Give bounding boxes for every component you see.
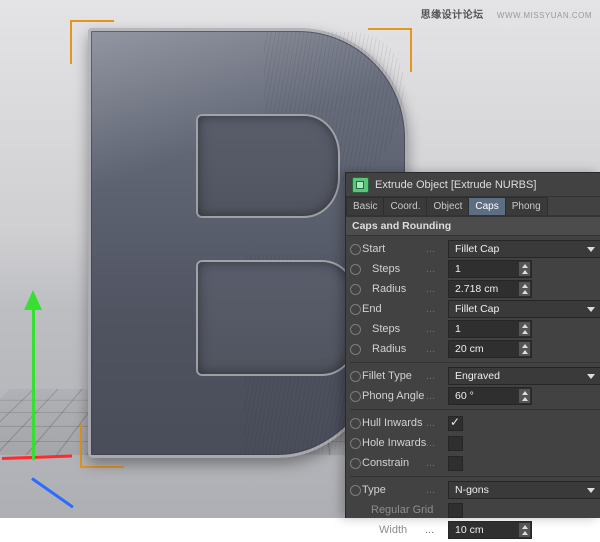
row-constrain: Constrain [350,453,600,473]
label-radius: Radius [362,343,436,355]
label-constrain: Constrain [362,457,436,469]
checkbox-hole-inwards[interactable] [448,436,463,451]
watermark: 思缘设计论坛 WWW.MISSYUAN.COM [421,6,592,21]
dropdown-type[interactable]: N-gons [448,481,600,499]
keyframe-dot-icon[interactable] [350,458,361,469]
tab-coord[interactable]: Coord. [383,197,427,215]
row-start: Start Fillet Cap [350,239,600,259]
row-width: Width 10 cm [350,520,600,540]
label-regular-grid: Regular Grid [361,504,435,516]
tab-phong[interactable]: Phong [505,197,548,215]
row-start-steps: Steps 1 [350,259,600,279]
x-axis-icon [2,455,72,460]
keyframe-dot-icon[interactable] [350,418,361,429]
dropdown-fillet-type[interactable]: Engraved [448,367,600,385]
tab-object[interactable]: Object [426,197,469,215]
group-caps-rounding: Caps and Rounding [346,216,600,236]
label-phong-angle: Phong Angle [362,390,436,402]
keyframe-dot-icon[interactable] [350,391,361,402]
y-axis-arrow-icon [24,290,42,310]
label-type: Type [362,484,436,496]
properties-rows: Start Fillet Cap Steps 1 Radius 2.718 cm… [346,236,600,542]
row-regular-grid: Regular Grid [350,500,600,520]
label-hull-inwards: Hull Inwards [362,417,436,429]
keyframe-dot-icon[interactable] [350,244,361,255]
keyframe-dot-icon[interactable] [350,304,361,315]
row-end-steps: Steps 1 [350,319,600,339]
input-phong-angle[interactable]: 60 ° [448,387,532,405]
tab-caps[interactable]: Caps [468,197,505,215]
keyframe-dot-icon[interactable] [350,344,361,355]
label-hole-inwards: Hole Inwards [362,437,436,449]
label-end: End [362,303,436,315]
keyframe-dot-icon[interactable] [350,485,361,496]
separator [350,362,600,363]
keyframe-dot-icon[interactable] [350,438,361,449]
row-type: Type N-gons [350,480,600,500]
row-end: End Fillet Cap [350,299,600,319]
y-axis-icon [32,310,35,460]
letter-hole-top [196,114,340,218]
separator [350,476,600,477]
label-radius: Radius [362,283,436,295]
attributes-panel: Extrude Object [Extrude NURBS] Basic Coo… [345,172,600,518]
tab-basic[interactable]: Basic [346,197,384,215]
row-phong-angle: Phong Angle 60 ° [350,386,600,406]
row-hull-inwards: Hull Inwards [350,413,600,433]
label-steps: Steps [362,323,436,335]
z-axis-icon [31,477,74,508]
keyframe-dot-icon[interactable] [350,324,361,335]
watermark-url: WWW.MISSYUAN.COM [497,11,592,20]
keyframe-dot-icon[interactable] [350,264,361,275]
input-end-steps[interactable]: 1 [448,320,532,338]
row-end-radius: Radius 20 cm [350,339,600,359]
input-start-radius[interactable]: 2.718 cm [448,280,532,298]
row-fillet-type: Fillet Type Engraved [350,366,600,386]
panel-header: Extrude Object [Extrude NURBS] [346,173,600,197]
checkbox-constrain[interactable] [448,456,463,471]
checkbox-hull-inwards[interactable] [448,416,463,431]
row-hole-inwards: Hole Inwards [350,433,600,453]
input-start-steps[interactable]: 1 [448,260,532,278]
input-width[interactable]: 10 cm [448,521,532,539]
label-start: Start [362,243,436,255]
label-steps: Steps [362,263,436,275]
keyframe-dot-icon[interactable] [350,284,361,295]
extrude-icon [352,177,369,193]
label-width: Width [361,524,435,536]
tab-bar: Basic Coord. Object Caps Phong [346,197,600,216]
row-start-radius: Radius 2.718 cm [350,279,600,299]
dropdown-end[interactable]: Fillet Cap [448,300,600,318]
letter-hole-bottom [196,260,358,376]
keyframe-dot-icon[interactable] [350,371,361,382]
checkbox-regular-grid[interactable] [448,503,463,518]
viewport-3d[interactable]: 思缘设计论坛 WWW.MISSYUAN.COM Extrude Object [… [0,0,600,518]
separator [350,409,600,410]
watermark-text: 思缘设计论坛 [421,10,484,21]
dropdown-start[interactable]: Fillet Cap [448,240,600,258]
input-end-radius[interactable]: 20 cm [448,340,532,358]
panel-title: Extrude Object [Extrude NURBS] [375,179,536,191]
label-fillet-type: Fillet Type [362,370,436,382]
